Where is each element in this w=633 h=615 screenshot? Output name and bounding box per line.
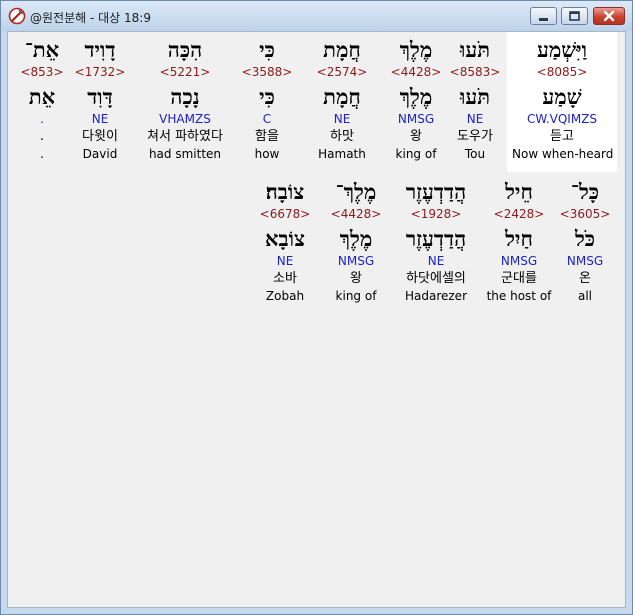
hebrew-word: וַיִּשְׁמַע [536,37,588,62]
hebrew-word: הִכָּה [167,37,203,62]
word-column[interactable]: צוֹבָה׃ <6678> צוֹבָא NE 소바 Zobah [235,178,335,305]
app-window: @원전분해 - 대상 18:9 וַיִּשְׁמַע <8085> שָׁמַ… [0,0,633,615]
morph-code: VHAMZS [159,112,211,126]
english-gloss: had smitten [148,147,222,161]
maximize-button[interactable] [561,7,588,25]
korean-gloss: 듣고 [550,129,574,144]
close-icon [603,10,615,22]
morph-code: . [40,112,44,126]
hebrew-word: צוֹבָה׃ [265,179,305,204]
strong-number[interactable]: <853> [0,64,92,81]
korean-gloss: . [39,129,45,144]
strong-number[interactable]: <8085> [512,64,612,81]
minimize-button[interactable] [530,7,557,25]
strong-number[interactable]: <5221> [135,64,235,81]
word-column[interactable]: אֵת־ <853> אֵת . . . [0,36,92,163]
interlinear-view: וַיִּשְׁמַע <8085> שָׁמַע CW.VQIMZS 듣고 N… [7,31,626,608]
korean-gloss: 소바 [273,271,297,286]
window-title: @원전분해 - 대상 18:9 [30,11,151,25]
root-word: נָכָה [170,84,200,109]
root-word: אֵת [28,84,56,109]
maximize-icon [569,11,580,21]
close-button[interactable] [593,7,625,25]
hebrew-word: אֵת־ [24,37,60,62]
root-word: צוֹבָא [265,226,305,251]
korean-gloss: 쳐서 파하였다 [147,129,223,144]
morph-code: NE [276,254,294,268]
word-column[interactable]: וַיִּשְׁמַע <8085> שָׁמַע CW.VQIMZS 듣고 N… [512,36,614,163]
minimize-icon [539,18,548,21]
app-icon [8,7,26,25]
word-column[interactable]: הִכָּה <5221> נָכָה VHAMZS 쳐서 파하였다 had s… [135,36,235,163]
title-bar[interactable]: @원전분해 - 대상 18:9 [1,1,632,31]
english-gloss: . [40,147,44,161]
strong-number[interactable]: <6678> [235,206,335,223]
root-word: שָׁמַע [542,84,582,109]
english-gloss: Zobah [265,289,305,303]
morph-code: CW.VQIMZS [526,112,598,126]
english-gloss: Now when-heard [512,147,614,161]
